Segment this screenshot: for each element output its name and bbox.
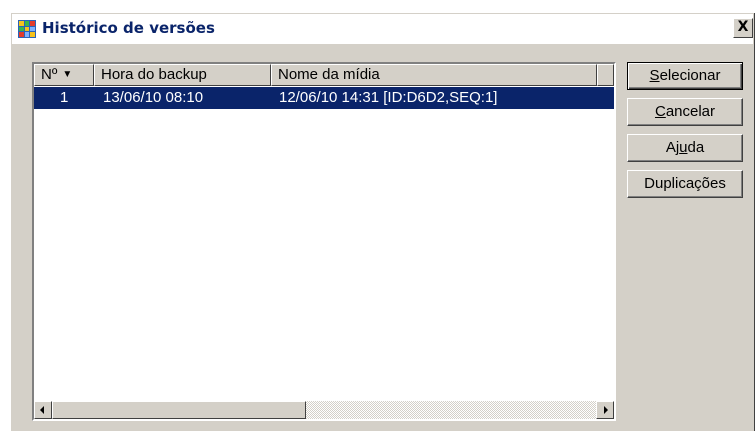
button-accelerator: S xyxy=(649,67,660,84)
button-accelerator: u xyxy=(679,139,688,156)
cell-number: 1 xyxy=(60,89,69,106)
button-label-part: ancelar xyxy=(665,103,716,120)
column-header-label: Hora do backup xyxy=(101,66,207,83)
button-label-part: elecionar xyxy=(659,67,721,84)
button-label-part: da xyxy=(687,139,705,156)
scroll-right-button[interactable] xyxy=(596,401,614,419)
version-history-dialog: Histórico de versões X Nº ▼ Hora do backu… xyxy=(10,12,755,431)
column-header-backup-time[interactable]: Hora do backup xyxy=(94,64,271,86)
help-button[interactable]: Ajuda xyxy=(627,134,743,162)
scroll-thumb[interactable] xyxy=(52,401,306,419)
button-label-part: Aj xyxy=(665,139,680,156)
column-header-media-name[interactable]: Nome da mídia xyxy=(271,64,597,86)
cell-backup-time: 13/06/10 08:10 xyxy=(103,89,204,106)
app-grid-icon xyxy=(18,20,36,38)
column-header-label: Nº xyxy=(41,66,58,83)
cancel-button[interactable]: Cancelar xyxy=(627,98,743,126)
button-label-part: Duplicações xyxy=(644,175,726,192)
column-header-empty[interactable] xyxy=(597,64,614,86)
close-button[interactable]: X xyxy=(733,18,753,38)
arrow-left-icon xyxy=(40,406,44,414)
version-list[interactable]: Nº ▼ Hora do backup Nome da mídia 1 13/06… xyxy=(32,62,616,421)
column-header-label: Nome da mídia xyxy=(278,66,380,83)
window-title: Histórico de versões xyxy=(42,19,215,37)
duplicates-button[interactable]: Duplicações xyxy=(627,170,743,198)
scroll-left-button[interactable] xyxy=(34,401,52,419)
list-header: Nº ▼ Hora do backup Nome da mídia xyxy=(34,64,614,86)
select-button[interactable]: Selecionar xyxy=(627,62,743,90)
cell-media-name: 12/06/10 14:31 [ID:D6D2,SEQ:1] xyxy=(279,89,498,106)
column-header-number[interactable]: Nº ▼ xyxy=(34,64,94,86)
horizontal-scrollbar[interactable] xyxy=(34,401,614,419)
table-row[interactable]: 1 13/06/10 08:10 12/06/10 14:31 [ID:D6D2… xyxy=(34,87,614,109)
button-accelerator: C xyxy=(654,103,666,120)
sort-desc-icon: ▼ xyxy=(62,69,73,80)
close-icon: X xyxy=(737,19,749,35)
arrow-right-icon xyxy=(604,406,608,414)
title-bar[interactable]: Histórico de versões X xyxy=(12,14,753,44)
